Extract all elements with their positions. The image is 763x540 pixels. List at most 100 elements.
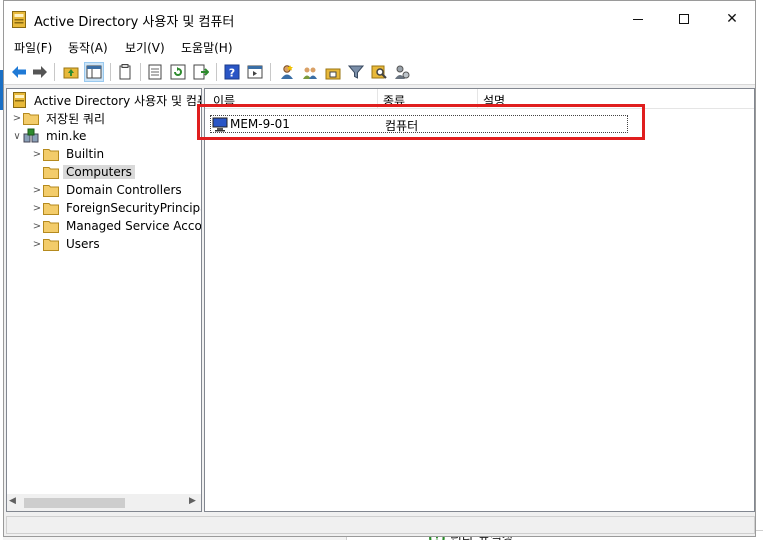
tree-item-label: Users [66, 237, 100, 251]
up-folder-icon [63, 67, 79, 79]
chevron-right-icon[interactable]: > [11, 109, 23, 127]
show-hide-console-tree-icon [86, 65, 102, 79]
tree-item-domain-controllers[interactable]: > Domain Controllers [31, 181, 185, 199]
domain-icon [23, 128, 39, 144]
desktop-edge-right [756, 0, 763, 540]
show-console-tree-button[interactable] [84, 62, 104, 82]
title-bar[interactable]: Active Directory 사용자 및 컴퓨터 ✕ [4, 1, 755, 37]
refresh-button[interactable] [168, 62, 188, 82]
status-bar [4, 515, 755, 536]
console-tree-pane[interactable]: Active Directory 사용자 및 컴퓨터 > 저장된 쿼리 ∨ mi… [6, 88, 202, 512]
new-ou-button[interactable] [323, 62, 343, 82]
svg-text:?: ? [229, 67, 235, 80]
maximize-button[interactable] [661, 1, 707, 37]
minimize-button[interactable] [615, 1, 661, 37]
tree-item-label: Domain Controllers [66, 183, 182, 197]
folder-icon [43, 200, 59, 216]
toolbar-separator [140, 63, 141, 81]
copy-icon [119, 64, 131, 80]
back-arrow-icon [12, 66, 26, 78]
address-book-icon [12, 11, 26, 28]
minimize-icon [633, 18, 643, 20]
tree-item-managed-service-accounts[interactable]: > Managed Service Accounts [31, 217, 202, 235]
export-list-icon [193, 64, 209, 80]
chevron-right-icon[interactable]: > [31, 235, 43, 253]
folder-icon [43, 236, 59, 252]
toolbar-separator [54, 63, 55, 81]
folder-icon [43, 146, 59, 162]
details-pane[interactable]: 이름 종류 설명 MEM-9-01 컴퓨터 [204, 88, 755, 512]
menu-file[interactable]: 파일(F) [14, 39, 52, 56]
desktop-background: (!) 린다 표절장 Active Directory 사용자 및 컴퓨터 ✕ … [0, 0, 763, 540]
filter-icon [348, 65, 364, 79]
toolbar-separator [270, 63, 271, 81]
menu-bar: 파일(F) 동작(A) 보기(V) 도움말(H) [4, 37, 755, 58]
new-group-icon [303, 67, 317, 79]
up-one-level-button[interactable] [61, 62, 81, 82]
back-button[interactable] [9, 62, 29, 82]
tree-item-users[interactable]: > Users [31, 235, 103, 253]
tree-item-computers[interactable]: Computers [31, 163, 135, 181]
toolbar-separator [216, 63, 217, 81]
tree-root[interactable]: Active Directory 사용자 및 컴퓨터 [11, 91, 202, 109]
copy-button[interactable] [115, 62, 135, 82]
tree-root-label: Active Directory 사용자 및 컴퓨터 [34, 93, 202, 108]
ad-users-computers-window: Active Directory 사용자 및 컴퓨터 ✕ 파일(F) 동작(A)… [3, 0, 756, 537]
properties-icon [148, 64, 162, 80]
window-title: Active Directory 사용자 및 컴퓨터 [34, 15, 235, 30]
address-book-icon [11, 92, 27, 108]
new-group-button[interactable] [300, 62, 320, 82]
new-user-icon [281, 65, 293, 79]
scrollbar-thumb[interactable] [24, 498, 125, 508]
tree-item-label: 저장된 쿼리 [46, 111, 106, 126]
chevron-right-icon[interactable]: > [31, 199, 43, 217]
scroll-left-icon[interactable]: ◀ [9, 496, 16, 506]
delegate-control-icon [395, 65, 410, 79]
chevron-right-icon[interactable]: > [31, 181, 43, 199]
toolbar: ? [4, 58, 755, 85]
properties-button[interactable] [145, 62, 165, 82]
red-highlight-box [197, 104, 645, 140]
close-button[interactable]: ✕ [709, 1, 755, 37]
folder-icon [23, 110, 39, 126]
chevron-right-icon[interactable]: > [31, 145, 43, 163]
horizontal-scrollbar[interactable]: ◀ ▶ [7, 494, 201, 511]
find-button[interactable] [369, 62, 389, 82]
folder-icon [43, 218, 59, 234]
menu-view[interactable]: 보기(V) [125, 39, 165, 56]
new-user-button[interactable] [277, 62, 297, 82]
folder-icon [43, 182, 59, 198]
new-ou-icon [325, 68, 341, 80]
refresh-icon [170, 64, 186, 80]
tree-item-builtin[interactable]: > Builtin [31, 145, 107, 163]
scroll-right-icon[interactable]: ▶ [189, 496, 196, 506]
maximize-icon [679, 14, 689, 24]
tree-item-label: Managed Service Accounts [66, 219, 202, 233]
find-icon [371, 65, 387, 79]
forward-button[interactable] [30, 62, 50, 82]
tree-item-saved-queries[interactable]: > 저장된 쿼리 [11, 109, 108, 127]
forward-arrow-icon [33, 66, 47, 78]
tree-item-foreign-security-principals[interactable]: > ForeignSecurityPrincipals [31, 199, 202, 217]
console-view-icon [247, 65, 263, 79]
status-bar-panel [6, 516, 755, 534]
delegate-control-button[interactable] [392, 62, 412, 82]
tree-item-label: min.ke [46, 129, 87, 143]
toolbar-separator [110, 63, 111, 81]
help-icon: ? [224, 64, 240, 80]
chevron-right-icon[interactable]: > [31, 217, 43, 235]
folder-icon [43, 164, 59, 180]
console-view-button[interactable] [245, 62, 265, 82]
tree-item-label: Computers [63, 165, 135, 179]
close-icon: ✕ [726, 11, 738, 27]
help-button[interactable]: ? [222, 62, 242, 82]
export-list-button[interactable] [191, 62, 211, 82]
tree-item-label: Builtin [66, 147, 105, 161]
menu-action[interactable]: 동작(A) [68, 39, 108, 56]
chevron-down-icon[interactable]: ∨ [11, 127, 23, 145]
tree-item-label: ForeignSecurityPrincipals [66, 201, 202, 215]
menu-help[interactable]: 도움말(H) [181, 39, 233, 56]
tree-item-domain[interactable]: ∨ min.ke [11, 127, 89, 145]
filter-button[interactable] [346, 62, 366, 82]
